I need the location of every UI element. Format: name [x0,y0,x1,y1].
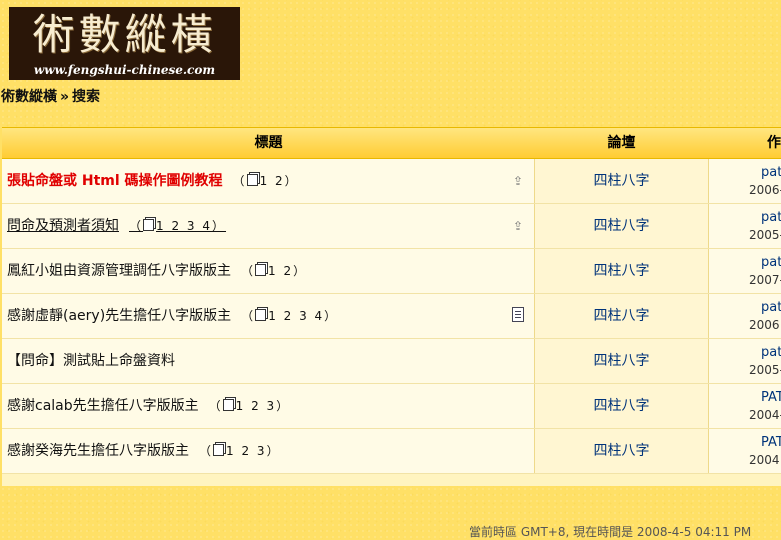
cell-title: 【問命】測試貼上命盤資料 [2,339,535,383]
multipage-icon [246,174,258,186]
multipage-icon [213,444,225,456]
search-results-table: 標題 論壇 作 張貼命盤或 Html 碼操作圖例教程 （1 2） ⇪ 四柱八字 p… [2,127,781,486]
forum-link[interactable]: 四柱八字 [535,204,709,248]
forum-link[interactable]: 四柱八字 [535,339,709,383]
column-header-forum[interactable]: 論壇 [535,128,708,158]
multipage-icon [255,264,267,276]
breadcrumb-home-link[interactable]: 術數縱橫 [1,89,57,105]
thread-title-link[interactable]: 【問命】測試貼上命盤資料 [7,339,175,383]
pinned-icon: ⇪ [512,174,524,188]
column-header-title[interactable]: 標題 [2,128,535,158]
cell-title: 感謝癸海先生擔任八字版版主 （1 2 3） [2,429,535,473]
logo-title: 術數縱橫 [32,10,217,59]
page-numbers[interactable]: 1 2 3 4 [268,309,324,323]
forum-link[interactable]: 四柱八字 [535,429,709,473]
pinned-icon: ⇪ [512,219,524,233]
forum-link[interactable]: 四柱八字 [535,384,709,428]
cell-author: PATT 2004- [709,384,781,428]
breadcrumb: 術數縱橫» 搜索 [1,86,100,106]
footer-timezone: 當前時區 GMT+8, 現在時間是 2008-4-5 04:11 PM [469,525,752,539]
multipage-icon [222,399,234,411]
page-links: （1 2） [241,264,308,278]
post-date: 2006- [749,183,781,197]
table-row: 【問命】測試貼上命盤資料 四柱八字 patt 2005- [2,339,781,384]
post-date: 2004 [749,453,780,467]
table-header: 標題 論壇 作 [2,128,781,159]
post-date: 2005- [749,363,781,377]
cell-author: PATT 2004 [709,429,781,473]
post-date: 2007- [749,273,781,287]
author-link[interactable]: patt [761,210,781,225]
cell-title: 問命及預測者須知 （1 2 3 4） ⇪ [2,204,535,248]
forum-link[interactable]: 四柱八字 [535,249,709,293]
author-link[interactable]: patt [761,255,781,270]
cell-author: patt 2006- [709,159,781,203]
multipage-icon [255,309,267,321]
thread-title: 感謝虛靜(aery)先生擔任八字版版主 [7,308,232,324]
author-link[interactable]: PATT [761,390,781,405]
column-header-author[interactable]: 作 [709,128,781,158]
page-links: （1 2 3） [199,444,281,458]
cell-title: 感謝虛靜(aery)先生擔任八字版版主 （1 2 3 4） [2,294,535,338]
table-row: 問命及預測者須知 （1 2 3 4） ⇪ 四柱八字 patt 2005- [2,204,781,249]
thread-title: 【問命】測試貼上命盤資料 [7,353,175,369]
page-numbers[interactable]: 1 2 3 [236,399,277,413]
thread-title-link[interactable]: 感謝calab先生擔任八字版版主 （1 2 3） [7,384,290,428]
thread-title-link[interactable]: 張貼命盤或 Html 碼操作圖例教程 （1 2） [7,159,299,203]
page-links: （1 2 3 4） [241,309,339,323]
thread-title-link[interactable]: 鳳紅小姐由資源管理調任八字版版主 （1 2） [7,249,307,293]
post-date: 2005- [749,228,781,242]
thread-title: 張貼命盤或 Html 碼操作圖例教程 [7,173,223,189]
cell-title: 感謝calab先生擔任八字版版主 （1 2 3） [2,384,535,428]
thread-title-link[interactable]: 問命及預測者須知 （1 2 3 4） [7,204,226,248]
page-numbers[interactable]: 1 2 [268,264,293,278]
page-links: （1 2 3 4） [129,219,227,233]
cell-title: 張貼命盤或 Html 碼操作圖例教程 （1 2） ⇪ [2,159,535,203]
table-row: 感謝虛靜(aery)先生擔任八字版版主 （1 2 3 4） 四柱八字 patt 2… [2,294,781,339]
post-date: 2004- [749,408,781,422]
document-icon [512,307,524,322]
author-link[interactable]: PATT [761,435,781,450]
table-row: 感謝癸海先生擔任八字版版主 （1 2 3） 四柱八字 PATT 2004 [2,429,781,474]
cell-author: patt 2005- [709,339,781,383]
table-row: 鳳紅小姐由資源管理調任八字版版主 （1 2） 四柱八字 patt 2007- [2,249,781,294]
cell-author: patt 2005- [709,204,781,248]
page-numbers[interactable]: 1 2 3 4 [156,219,212,233]
author-link[interactable]: patt [761,165,781,180]
thread-title-link[interactable]: 感謝虛靜(aery)先生擔任八字版版主 （1 2 3 4） [7,294,338,338]
author-link[interactable]: patt [761,300,781,315]
author-link[interactable]: patt [761,345,781,360]
logo-url: www.fengshui-chinese.com [33,63,216,77]
thread-title: 鳳紅小姐由資源管理調任八字版版主 [7,263,231,279]
page-links: （1 2 3） [208,399,291,413]
site-logo[interactable]: 術數縱橫 www.fengshui-chinese.com [9,7,240,80]
cell-author: patt 2007- [709,249,781,293]
thread-title-link[interactable]: 感謝癸海先生擔任八字版版主 （1 2 3） [7,429,281,473]
table-row: 感謝calab先生擔任八字版版主 （1 2 3） 四柱八字 PATT 2004- [2,384,781,429]
post-date: 2006 [749,318,780,332]
thread-title: 感謝calab先生擔任八字版版主 [7,398,199,414]
page-numbers[interactable]: 1 2 3 [226,444,267,458]
thread-title: 感謝癸海先生擔任八字版版主 [7,443,189,459]
cell-author: patt 2006 [709,294,781,338]
multipage-icon [143,219,155,231]
page-links: （1 2） [232,174,299,188]
cell-title: 鳳紅小姐由資源管理調任八字版版主 （1 2） [2,249,535,293]
breadcrumb-separator: » [60,89,70,105]
table-row: 張貼命盤或 Html 碼操作圖例教程 （1 2） ⇪ 四柱八字 patt 2006… [2,159,781,204]
forum-link[interactable]: 四柱八字 [535,294,709,338]
breadcrumb-current: 搜索 [72,89,101,105]
thread-title: 問命及預測者須知 [7,218,119,234]
page-numbers[interactable]: 1 2 [260,174,285,188]
forum-link[interactable]: 四柱八字 [535,159,709,203]
